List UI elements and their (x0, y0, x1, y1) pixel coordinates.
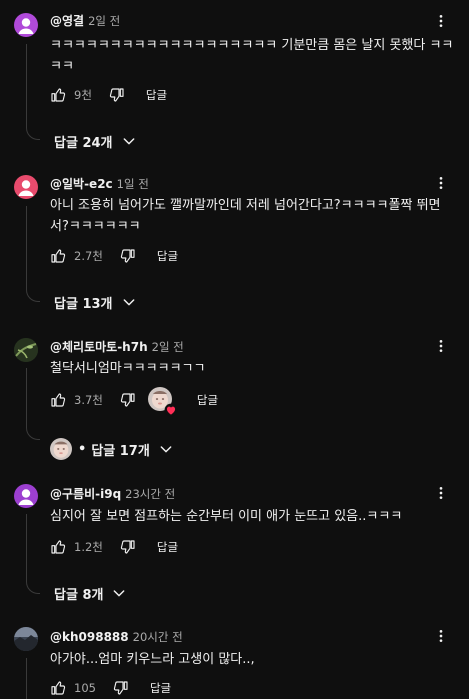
avatar[interactable] (14, 627, 38, 651)
comment-thread: @kh098888 20시간 전 아가야...엄마 키우느라 고생이 많다.., … (0, 0, 469, 699)
more-vert-icon[interactable] (433, 628, 449, 644)
thumbs-up-icon[interactable] (50, 680, 66, 696)
thumbs-down-icon[interactable] (113, 680, 129, 696)
landscape-avatar-image (14, 627, 38, 651)
reply-button[interactable]: 답글 (150, 680, 171, 696)
comment-author[interactable]: @kh098888 (50, 630, 129, 644)
comment-text: 아가야...엄마 키우느라 고생이 많다.., (50, 652, 255, 667)
like-count: 105 (74, 681, 96, 695)
comment-header: @kh098888 20시간 전 (50, 629, 183, 645)
thread-line (26, 658, 27, 699)
comment-time[interactable]: 20시간 전 (133, 630, 183, 644)
comment-actions: 105 답글 (50, 678, 171, 698)
